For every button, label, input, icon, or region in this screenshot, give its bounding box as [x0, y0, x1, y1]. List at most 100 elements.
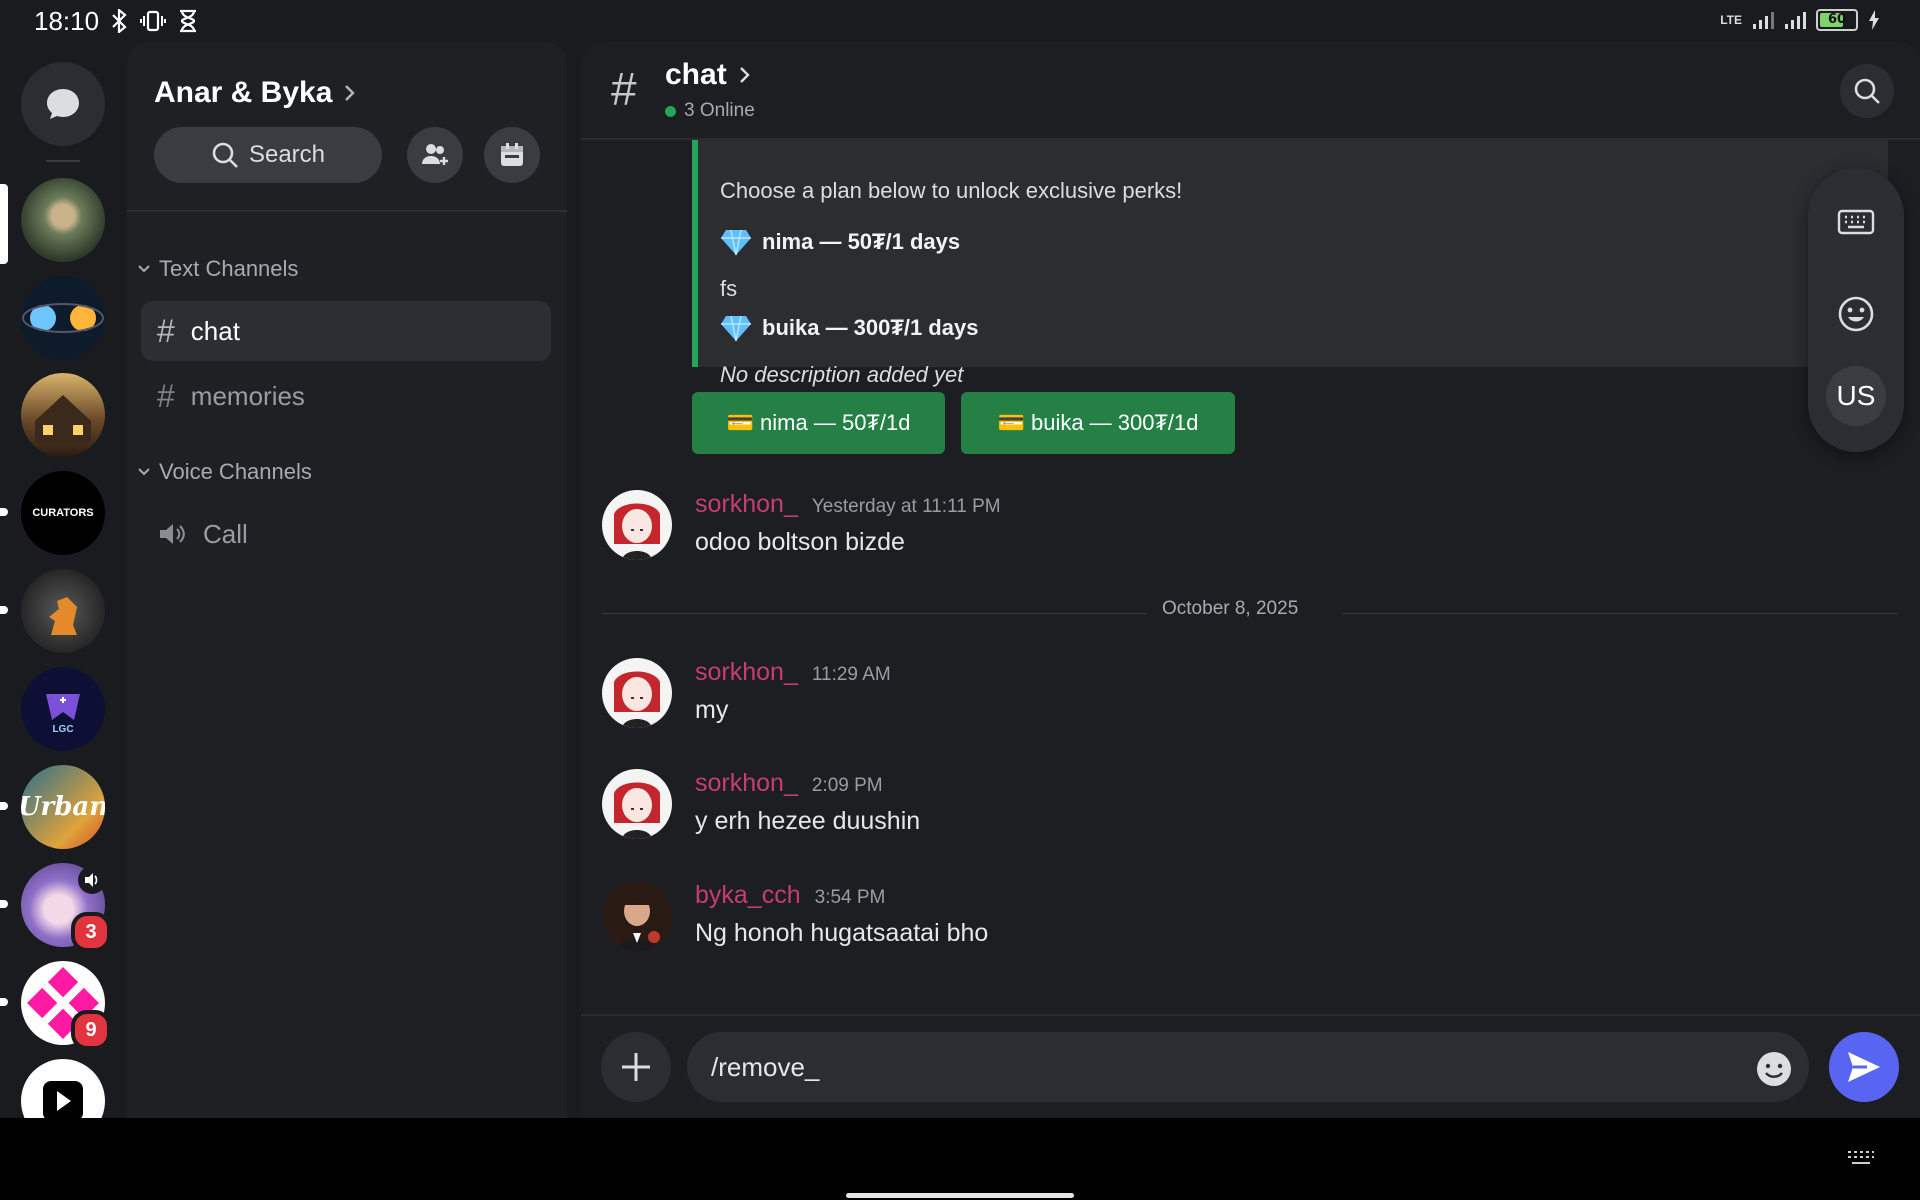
avatar[interactable] [602, 881, 672, 951]
server-rail: CURATORS LGC Urban 3 9 [0, 42, 127, 1118]
message-text: Ng honoh hugatsaatai bho [695, 919, 989, 947]
unread-indicator [0, 900, 8, 908]
calendar-icon [498, 141, 526, 169]
unread-indicator [0, 802, 8, 810]
separator-line [1342, 613, 1898, 614]
channel-panel: Anar & Byka Search Text Channels # chat … [127, 42, 567, 1118]
search-button[interactable]: Search [154, 127, 382, 183]
message-text: odoo boltson bizde [695, 528, 905, 556]
online-status: 3 Online [665, 100, 755, 122]
category-label: Voice Channels [159, 459, 312, 484]
status-bar: 18:10 LTE 60 [0, 0, 1920, 42]
unread-indicator [0, 606, 8, 614]
add-member-icon [420, 140, 450, 170]
keyboard-button[interactable] [1826, 192, 1886, 252]
speaker-icon [157, 519, 187, 549]
hashtag-icon: # [611, 63, 637, 115]
bluetooth-icon [110, 9, 128, 33]
server-label: CURATORS [32, 507, 94, 519]
server-house[interactable] [21, 373, 105, 457]
username[interactable]: sorkhon_ [695, 490, 798, 519]
plan-button-nima[interactable]: 💳 nima — 50₮/1d [692, 392, 945, 454]
hashtag-icon: # [157, 312, 175, 349]
username[interactable]: byka_cch [695, 881, 801, 910]
server-lgc[interactable]: LGC [21, 667, 105, 751]
online-count: 3 Online [684, 100, 755, 121]
server-urban[interactable]: Urban [21, 765, 105, 849]
invite-members-button[interactable] [407, 127, 463, 183]
attach-button[interactable] [601, 1032, 671, 1102]
date-separator: October 8, 2025 [602, 598, 1898, 628]
vibrate-icon [140, 9, 166, 33]
category-label: Text Channels [159, 256, 299, 281]
channel-memories[interactable]: # memories [141, 366, 551, 426]
mention-badge: 9 [71, 1010, 111, 1050]
language-button[interactable]: US [1826, 366, 1886, 426]
channel-title[interactable]: chat [665, 58, 751, 92]
navigation-bar [0, 1118, 1920, 1200]
channel-label: memories [190, 380, 305, 411]
embed-plan-title: buika — 300₮/1 days [720, 314, 978, 342]
embed-plan-description: No description added yet [720, 362, 964, 387]
unread-indicator [0, 998, 8, 1006]
server-curators[interactable]: CURATORS [21, 471, 105, 555]
header-search-button[interactable] [1840, 64, 1894, 118]
search-icon [211, 141, 239, 169]
message-text: y erh hezee duushin [695, 807, 921, 835]
send-icon [1846, 1050, 1882, 1084]
signal-icon [1784, 10, 1806, 30]
embed-plan-description: fs [720, 276, 738, 301]
events-button[interactable] [484, 127, 540, 183]
server-gazebo[interactable] [21, 178, 105, 262]
date-label: October 8, 2025 [1162, 598, 1299, 619]
channel-label: Call [203, 518, 248, 549]
chevron-right-icon [344, 84, 356, 102]
category-text-channels[interactable]: Text Channels [137, 256, 298, 282]
search-icon [1852, 76, 1882, 106]
plan-button-buika[interactable]: 💳 buika — 300₮/1d [961, 392, 1235, 454]
clock: 18:10 [34, 6, 100, 36]
chevron-down-icon [137, 264, 151, 274]
message-input-value: /remove_ [711, 1051, 820, 1082]
battery-icon: 60 [1816, 9, 1858, 31]
home-indicator[interactable] [846, 1193, 1074, 1198]
avatar[interactable] [602, 769, 672, 839]
mention-badge: 3 [71, 912, 111, 952]
unread-indicator [0, 508, 8, 516]
message-input[interactable]: /remove_ [687, 1032, 1809, 1102]
avatar[interactable] [602, 490, 672, 560]
channel-chat[interactable]: # chat [141, 301, 551, 361]
keyboard-icon [1837, 208, 1875, 236]
charging-icon [1868, 10, 1880, 30]
message-text: my [695, 696, 729, 724]
guild-name: Anar & Byka [154, 76, 333, 109]
keyboard-switch-icon[interactable] [1846, 1150, 1876, 1168]
chat-panel: # chat 3 Online Choose a plan below to u… [581, 42, 1920, 1118]
direct-messages-button[interactable] [21, 62, 105, 146]
diamond-icon [720, 314, 752, 342]
diamond-icon [720, 228, 752, 256]
avatar[interactable] [602, 658, 672, 728]
server-orbs[interactable] [21, 276, 105, 360]
chevron-right-icon [739, 66, 751, 84]
emoji-button[interactable] [1826, 284, 1886, 344]
username[interactable]: sorkhon_ [695, 658, 798, 687]
separator-line [602, 613, 1147, 614]
username[interactable]: sorkhon_ [695, 769, 798, 798]
timestamp: 3:54 PM [814, 887, 886, 908]
embed-plan-title: nima — 50₮/1 days [720, 228, 960, 256]
send-button[interactable] [1829, 1032, 1899, 1102]
plan-title-text: nima — 50₮/1 days [762, 229, 961, 254]
server-label: LGC [52, 723, 74, 735]
server-knight[interactable] [21, 569, 105, 653]
online-dot-icon [665, 105, 676, 117]
category-voice-channels[interactable]: Voice Channels [137, 459, 312, 485]
subscription-embed: Choose a plan below to unlock exclusive … [692, 112, 1888, 387]
signal-icon [1752, 10, 1774, 30]
server-play[interactable] [21, 1059, 105, 1118]
emoji-icon [1837, 295, 1875, 333]
guild-header[interactable]: Anar & Byka [154, 76, 356, 110]
timestamp: 11:29 AM [811, 664, 891, 685]
channel-call[interactable]: Call [141, 504, 551, 564]
emoji-picker-icon[interactable] [1755, 1050, 1793, 1088]
